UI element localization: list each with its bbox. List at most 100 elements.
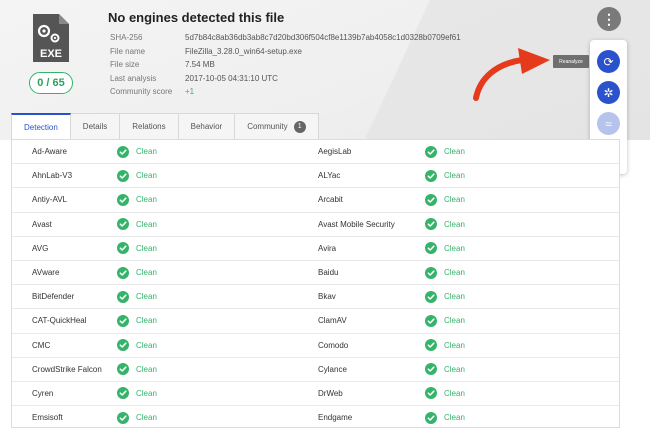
meta-row-filename: File name FileZilla_3.28.0_win64-setup.e… [110,45,461,59]
engine-result: Clean [117,266,300,279]
engine-result: Clean [117,193,300,206]
tab-details[interactable]: Details [70,113,121,140]
engine-result: Clean [425,314,605,327]
check-icon [425,290,437,303]
engine-name[interactable]: Antiy-AVL [12,195,117,204]
exe-file-icon: EXE [31,12,71,64]
result-label: Clean [136,243,157,253]
similar-icon: ≈ [605,116,612,131]
engine-name[interactable]: Ad-Aware [12,147,117,156]
engine-name[interactable]: DrWeb [318,389,425,398]
tab-behavior[interactable]: Behavior [178,113,236,140]
graph-button[interactable]: ✲ [597,81,620,104]
reanalyze-tooltip: Reanalyze [553,55,589,68]
engine-name[interactable]: ALYac [318,171,425,180]
table-row: Avast Clean Avast Mobile Security Clean [12,213,619,237]
detection-results-table: Ad-Aware Clean AegisLab Clean AhnLab-V3 Clean… [11,139,620,428]
result-label: Clean [444,268,465,278]
engine-result: Clean [425,193,605,206]
table-row: Cyren Clean DrWeb Clean [12,382,619,407]
engine-name[interactable]: Avast [12,220,117,229]
check-icon [117,411,129,424]
engine-name[interactable]: Baidu [318,268,425,277]
tab-label: Details [82,122,108,131]
check-icon [117,363,129,376]
file-metadata: SHA-256 5d7b84c8ab36db3ab8c7d20bd306f504… [110,31,461,99]
engine-name[interactable]: Cylance [318,365,425,374]
engine-name[interactable]: Emsisoft [12,413,117,422]
meta-value[interactable]: 5d7b84c8ab36db3ab8c7d20bd306f504cf8e1139… [185,33,461,42]
result-label: Clean [444,340,465,350]
engine-name[interactable]: AegisLab [318,147,425,156]
tab-label: Behavior [190,122,223,131]
engine-name[interactable]: AVware [12,268,117,277]
meta-value: FileZilla_3.28.0_win64-setup.exe [185,46,302,56]
engine-name[interactable]: BitDefender [12,292,117,301]
similar-button[interactable]: ≈ [597,112,620,135]
result-label: Clean [136,388,157,398]
check-icon [117,193,129,206]
result-label: Clean [444,219,465,229]
table-row: Emsisoft Clean Endgame Clean [12,406,619,427]
engine-result: Clean [425,242,605,255]
engine-result: Clean [117,314,300,327]
engine-result: Clean [425,387,605,400]
table-row: CAT-QuickHeal Clean ClamAV Clean [12,309,619,334]
engine-result: Clean [117,339,300,352]
engine-name[interactable]: Comodo [318,341,425,350]
result-label: Clean [136,171,157,181]
table-row: CMC Clean Comodo Clean [12,334,619,358]
tab-detection[interactable]: Detection [11,113,71,140]
result-label: Clean [444,147,465,157]
engine-name[interactable]: Endgame [318,413,425,422]
tab-label: Detection [24,122,58,132]
tab-community[interactable]: Community 1 [235,113,319,140]
result-label: Clean [444,243,465,253]
check-icon [425,266,437,279]
engine-name[interactable]: Arcabit [318,195,425,204]
engine-name[interactable]: CAT-QuickHeal [12,316,117,325]
result-label: Clean [136,340,157,350]
engine-result: Clean [425,339,605,352]
graph-icon: ✲ [603,85,614,100]
engine-name[interactable]: CrowdStrike Falcon [12,365,117,374]
meta-key: File name [110,46,146,56]
check-icon [425,314,437,327]
engine-name[interactable]: Avira [318,244,425,253]
table-row: CrowdStrike Falcon Clean Cylance Clean [12,358,619,382]
result-label: Clean [136,316,157,326]
engine-result: Clean [117,387,300,400]
engine-result: Clean [117,145,300,158]
engine-result: Clean [117,169,300,182]
check-icon [117,145,129,158]
meta-row-community-score: Community score +1 [110,85,461,99]
engine-name[interactable]: Avast Mobile Security [318,220,425,229]
table-row: Ad-Aware Clean AegisLab Clean [12,140,619,165]
meta-row-filesize: File size 7.54 MB [110,58,461,72]
engine-name[interactable]: Bkav [318,292,425,301]
meta-row-last-analysis: Last analysis 2017-10-05 04:31:10 UTC [110,72,461,86]
engine-name[interactable]: CMC [12,341,117,350]
table-row: Antiy-AVL Clean Arcabit Clean [12,188,619,213]
table-row: AVware Clean Baidu Clean [12,261,619,286]
page-title: No engines detected this file [108,10,285,25]
result-label: Clean [444,171,465,181]
check-icon [117,242,129,255]
engine-name[interactable]: ClamAV [318,316,425,325]
engine-result: Clean [117,411,300,424]
meta-value: +1 [185,87,195,97]
meta-value: 2017-10-05 04:31:10 UTC [185,73,278,83]
check-icon [425,218,437,231]
check-icon [117,266,129,279]
tab-relations[interactable]: Relations [120,113,179,140]
meta-key: Community score [110,87,173,97]
reanalyze-button[interactable]: ⟳ [597,50,620,73]
engine-result: Clean [425,169,605,182]
more-vert-icon[interactable]: ⋮ [597,7,621,31]
engine-name[interactable]: AVG [12,244,117,253]
table-row: AhnLab-V3 Clean ALYac Clean [12,164,619,189]
table-row: BitDefender Clean Bkav Clean [12,285,619,310]
engine-result: Clean [425,145,605,158]
engine-name[interactable]: AhnLab-V3 [12,171,117,180]
engine-name[interactable]: Cyren [12,389,117,398]
